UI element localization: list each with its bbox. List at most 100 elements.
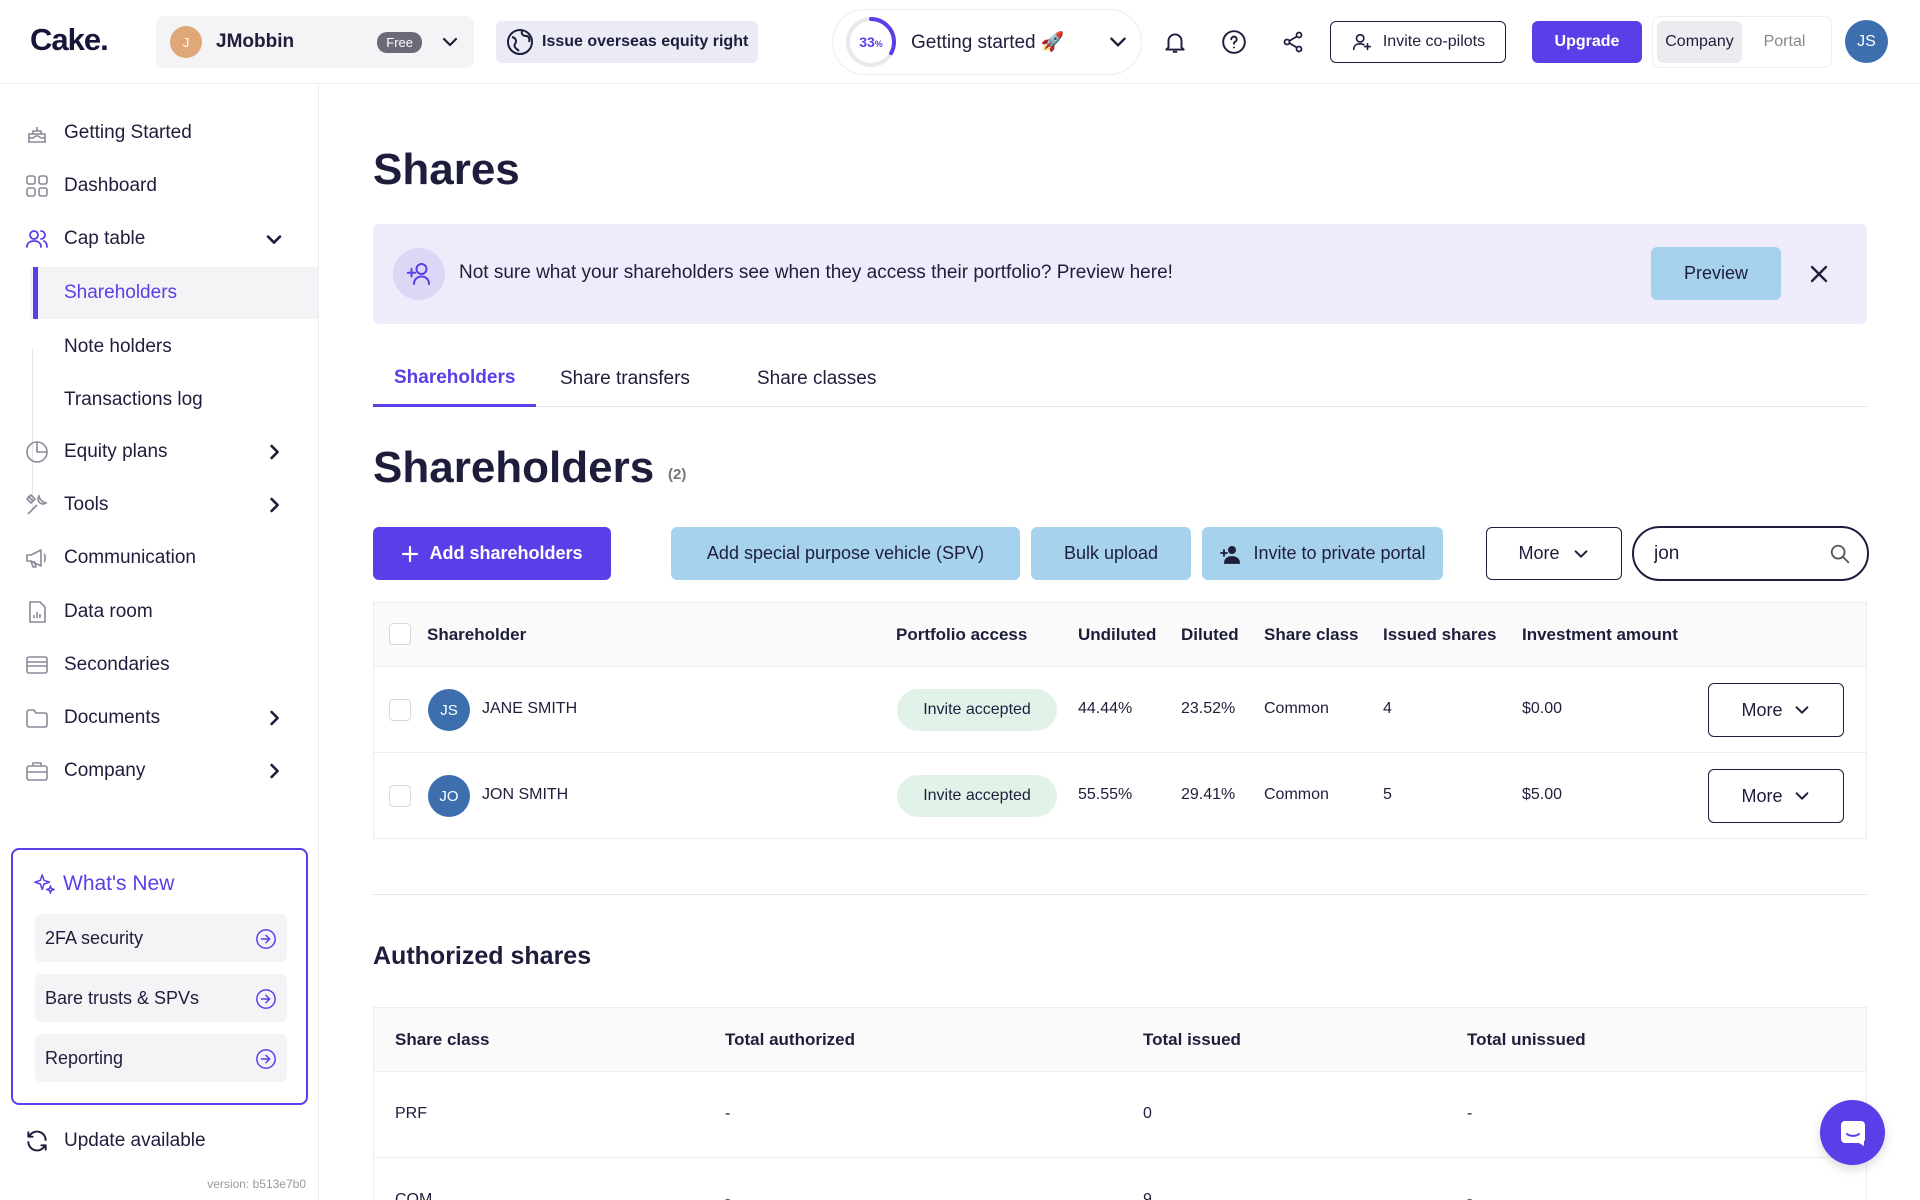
chat-support-button[interactable] [1820, 1100, 1885, 1165]
equity-right-label: Issue overseas equity right [542, 33, 749, 50]
column-header[interactable]: Investment amount [1522, 625, 1678, 645]
users-icon [26, 230, 48, 248]
company-selector[interactable]: J JMobbin Free [156, 16, 474, 68]
column-header[interactable]: Issued shares [1383, 625, 1496, 645]
cake-logo[interactable]: Cake. [30, 22, 109, 58]
share-class-value: COM [395, 1191, 433, 1200]
add-user-icon [1352, 33, 1371, 51]
avatar: JO [428, 775, 470, 817]
chevron-right-icon [270, 497, 279, 513]
bulk-upload-button[interactable]: Bulk upload [1031, 527, 1191, 580]
search-input[interactable] [1654, 538, 1824, 570]
invite-copilots-button[interactable]: Invite co-pilots [1330, 21, 1506, 63]
row-checkbox[interactable] [389, 785, 411, 807]
table-row: PRF - 0 - [374, 1072, 1866, 1158]
diluted-value: 29.41% [1181, 786, 1236, 803]
column-header[interactable]: Undiluted [1078, 625, 1156, 645]
column-header[interactable]: Share class [1264, 625, 1359, 645]
sidebar-item-communication[interactable]: Communication [0, 534, 318, 582]
sidebar-item-documents[interactable]: Documents [0, 694, 318, 742]
sidebar-item-label: Cap table [64, 228, 146, 249]
arrow-right-circle-icon [256, 989, 276, 1009]
column-header[interactable]: Shareholder [427, 625, 526, 645]
cake-icon [28, 127, 46, 143]
progress-unit: % [874, 39, 883, 49]
whats-new-item-reporting[interactable]: Reporting [35, 1034, 287, 1082]
toggle-company[interactable]: Company [1657, 21, 1742, 63]
status-badge: Invite accepted [897, 689, 1057, 731]
help-button[interactable] [1216, 24, 1252, 60]
row-more-button[interactable]: More [1708, 683, 1844, 737]
row-checkbox[interactable] [389, 699, 411, 721]
more-actions-button[interactable]: More [1486, 527, 1622, 580]
whats-new-item-bare-trusts[interactable]: Bare trusts & SPVs [35, 974, 287, 1022]
arrow-right-circle-icon [256, 929, 276, 949]
update-available[interactable]: Update available [24, 1128, 206, 1154]
row-more-button[interactable]: More [1708, 769, 1844, 823]
undiluted-value: 44.44% [1078, 700, 1133, 717]
sidebar-item-getting-started[interactable]: Getting Started [0, 109, 318, 157]
sidebar-item-company[interactable]: Company [0, 747, 318, 795]
select-all-checkbox[interactable] [389, 623, 411, 645]
toggle-portal[interactable]: Portal [1742, 21, 1827, 63]
credit-card-icon [26, 656, 48, 674]
table-row[interactable]: JO JON SMITH Invite accepted 55.55% 29.4… [374, 753, 1866, 839]
notifications-button[interactable] [1157, 24, 1193, 60]
table-row[interactable]: JS JANE SMITH Invite accepted 44.44% 23.… [374, 667, 1866, 753]
sidebar-item-data-room[interactable]: Data room [0, 588, 318, 636]
add-shareholders-label: Add shareholders [429, 543, 583, 563]
column-header[interactable]: Diluted [1181, 625, 1239, 645]
shareholder-name[interactable]: JANE SMITH [482, 700, 577, 718]
tab-shareholders[interactable]: Shareholders [373, 351, 537, 407]
column-header: Total authorized [725, 1030, 856, 1049]
add-spv-button[interactable]: Add special purpose vehicle (SPV) [671, 527, 1020, 580]
add-shareholders-button[interactable]: Add shareholders [373, 527, 611, 580]
table-header: Share class Total authorized Total issue… [374, 1008, 1866, 1072]
chevron-down-icon [1574, 549, 1587, 558]
share-class-value: Common [1264, 786, 1329, 803]
preview-button[interactable]: Preview [1651, 247, 1781, 300]
sidebar-item-secondaries[interactable]: Secondaries [0, 641, 318, 689]
sidebar-subitem-transactions-log[interactable]: Transactions log [30, 374, 318, 426]
sidebar-subitem-note-holders[interactable]: Note holders [30, 321, 318, 373]
getting-started-progress[interactable]: 33% Getting started 🚀 [832, 9, 1142, 75]
avatar: JS [428, 689, 470, 731]
sidebar-subitem-shareholders[interactable]: Shareholders [30, 267, 318, 319]
main-content: Shares Not sure what your shareholders s… [320, 85, 1920, 1200]
sidebar-item-equity-plans[interactable]: Equity plans [0, 428, 318, 476]
tab-share-classes[interactable]: Share classes [757, 351, 876, 407]
sidebar-item-label: Equity plans [64, 441, 168, 462]
search-icon[interactable] [1829, 543, 1851, 565]
chevron-down-icon [266, 235, 282, 244]
sidebar-item-tools[interactable]: Tools [0, 481, 318, 529]
issued-shares-value: 4 [1383, 700, 1392, 717]
close-icon[interactable] [1805, 260, 1833, 288]
share-button[interactable] [1275, 24, 1311, 60]
globe-icon [507, 29, 533, 55]
sidebar: Getting Started Dashboard Cap table Shar… [0, 85, 319, 1200]
arrow-right-circle-icon [256, 1049, 276, 1069]
sidebar-item-dashboard[interactable]: Dashboard [0, 162, 318, 210]
row-more-label: More [1741, 699, 1783, 720]
sidebar-item-cap-table[interactable]: Cap table [0, 215, 318, 263]
invite-private-portal-label: Invite to private portal [1253, 543, 1426, 563]
banner-text: Not sure what your shareholders see when… [459, 262, 1173, 283]
table-header: Shareholder Portfolio access Undiluted D… [374, 603, 1866, 667]
tab-share-transfers[interactable]: Share transfers [560, 351, 690, 407]
chevron-down-icon [1110, 37, 1126, 47]
pie-chart-icon [26, 441, 48, 463]
upgrade-button[interactable]: Upgrade [1532, 21, 1642, 63]
progress-value: 33 [859, 34, 875, 50]
shareholder-name[interactable]: JON SMITH [482, 786, 568, 804]
page-title: Shares [373, 145, 520, 194]
sidebar-item-label: Secondaries [64, 654, 170, 675]
whats-new-item-2fa[interactable]: 2FA security [35, 914, 287, 962]
column-header[interactable]: Portfolio access [896, 625, 1027, 645]
equity-right-pill[interactable]: Issue overseas equity right [496, 21, 759, 63]
sidebar-item-label: Tools [64, 494, 109, 515]
add-user-icon [1220, 545, 1241, 564]
user-avatar[interactable]: JS [1845, 20, 1888, 63]
invite-private-portal-button[interactable]: Invite to private portal [1202, 527, 1443, 580]
share-class-value: PRF [395, 1105, 427, 1122]
more-actions-label: More [1518, 543, 1560, 563]
